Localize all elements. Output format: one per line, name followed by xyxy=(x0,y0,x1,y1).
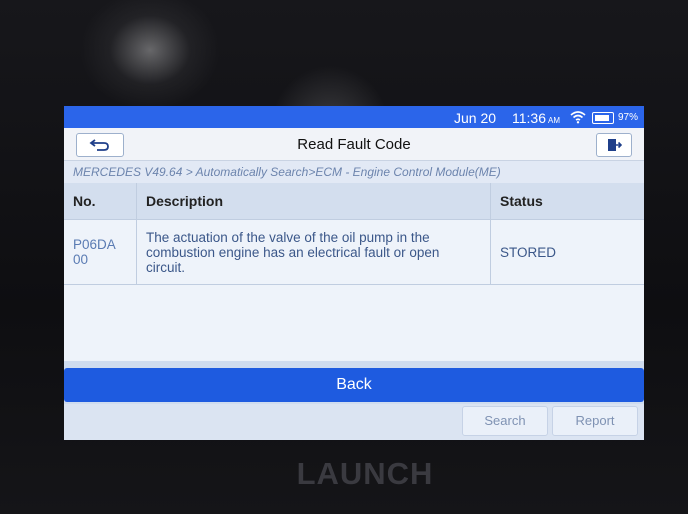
empty-table-area xyxy=(64,284,644,361)
battery-icon xyxy=(592,112,614,124)
exit-button[interactable] xyxy=(596,133,632,157)
device-screen: Jun 20 11:36 AM 97% Read Fault Code MERCE… xyxy=(64,106,644,440)
fault-status-cell: STORED xyxy=(490,219,644,285)
fault-description-cell: The actuation of the valve of the oil pu… xyxy=(136,219,491,285)
back-button[interactable]: Back xyxy=(64,368,644,402)
table-row[interactable]: P06DA 00 The actuation of the valve of t… xyxy=(64,219,644,285)
status-bar: Jun 20 11:36 AM 97% xyxy=(64,106,644,128)
report-button[interactable]: Report xyxy=(552,406,638,436)
page-title: Read Fault Code xyxy=(297,136,411,153)
title-bar: Read Fault Code xyxy=(64,128,644,161)
fault-code-cell: P06DA 00 xyxy=(64,219,137,285)
table-header-row: No. Description Status xyxy=(64,183,644,220)
fault-code-table: No. Description Status P06DA 00 The actu… xyxy=(64,183,644,361)
status-ampm: AM xyxy=(548,116,560,125)
bottom-toolbar: Search Report xyxy=(64,404,644,440)
wifi-icon xyxy=(570,111,586,124)
exit-icon xyxy=(608,139,623,151)
column-header-description: Description xyxy=(136,183,491,220)
battery-percent: 97% xyxy=(618,112,639,123)
column-header-status: Status xyxy=(490,183,644,220)
breadcrumb: MERCEDES V49.64 > Automatically Search>E… xyxy=(64,161,644,183)
search-button[interactable]: Search xyxy=(462,406,548,436)
status-time: 11:36 AM xyxy=(512,110,560,126)
column-header-no: No. xyxy=(64,183,137,220)
device-brand-logo: LAUNCH xyxy=(296,456,434,491)
status-date: Jun 20 xyxy=(454,110,497,126)
